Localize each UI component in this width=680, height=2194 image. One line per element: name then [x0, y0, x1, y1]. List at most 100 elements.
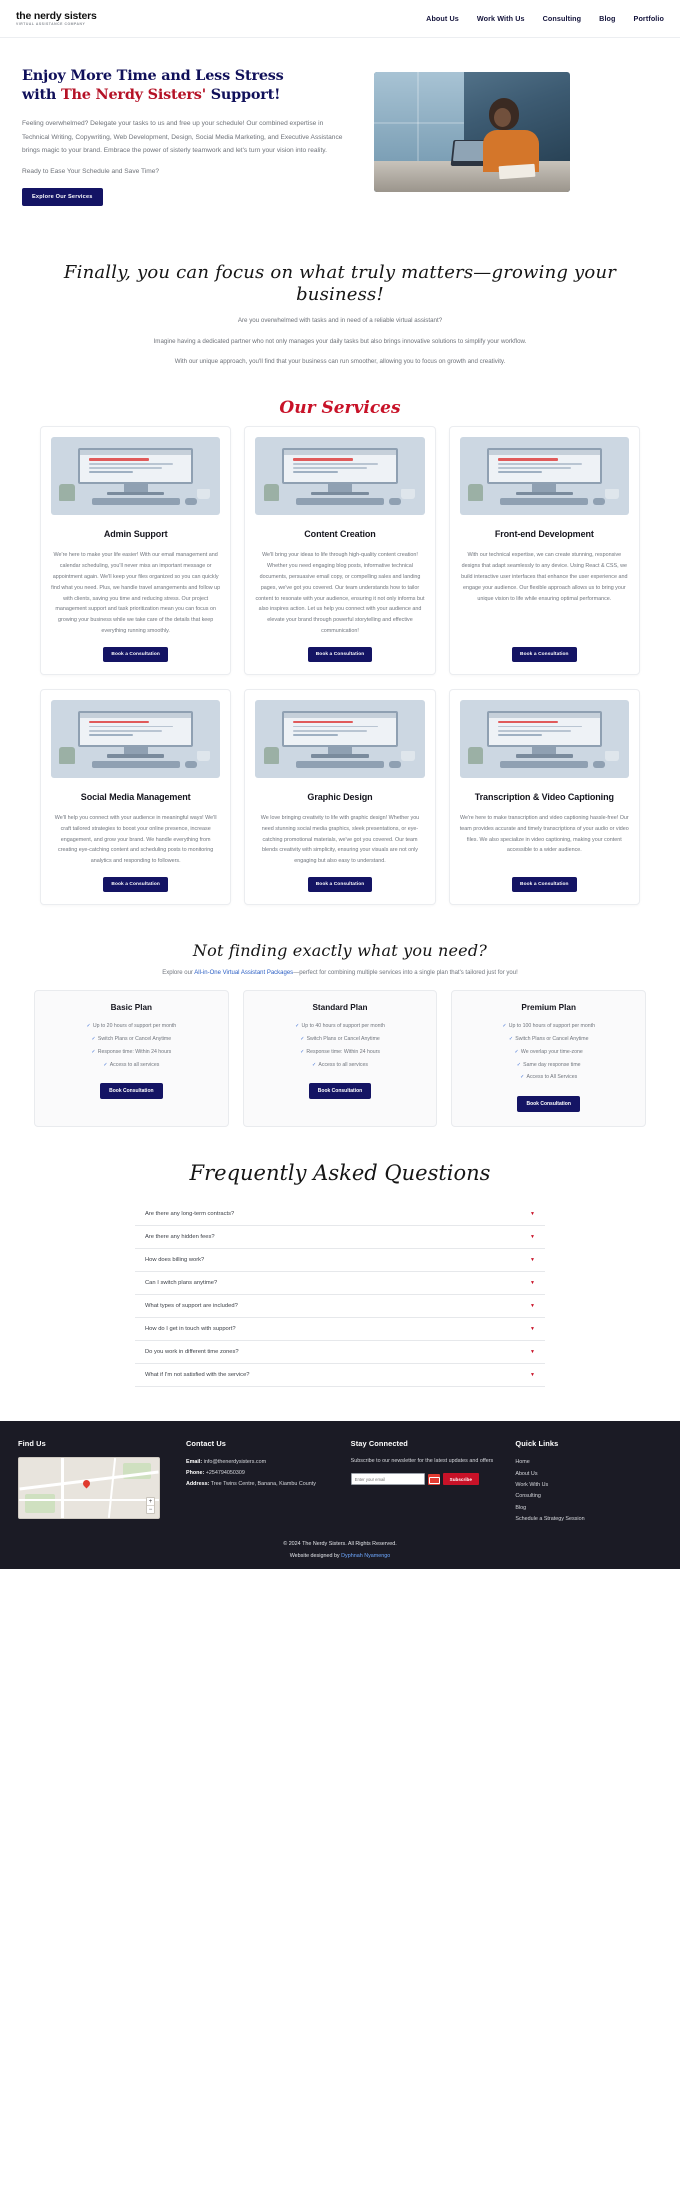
- chevron-down-icon[interactable]: ▼: [530, 1326, 535, 1332]
- faq-item[interactable]: How does billing work? ▼: [135, 1249, 545, 1273]
- book-a-consultation-button[interactable]: Book a Consultation: [307, 877, 373, 893]
- monitor-base: [106, 491, 165, 495]
- monitor-line-1: [293, 458, 354, 461]
- footer-link-blog[interactable]: Blog: [515, 1503, 662, 1514]
- mouse-icon: [184, 498, 197, 506]
- location-map[interactable]: + −: [18, 1457, 160, 1520]
- service-card-title: Transcription & Video Captioning: [474, 791, 614, 802]
- faq-heading: Frequently Asked Questions: [189, 1161, 491, 1186]
- cup-icon: [196, 751, 211, 762]
- chevron-down-icon[interactable]: ▼: [530, 1349, 535, 1355]
- footer-phone-value[interactable]: +254794050309: [206, 1470, 245, 1476]
- nav-link-work-with-us[interactable]: Work With Us: [477, 14, 525, 23]
- nav-link-about-us[interactable]: About Us: [426, 14, 459, 23]
- footer-email-label: Email:: [186, 1459, 203, 1466]
- book-a-consultation-button[interactable]: Book a Consultation: [512, 646, 577, 662]
- monitor-line-2: [88, 462, 174, 465]
- footer-address-label: Address:: [186, 1480, 210, 1487]
- all-in-one-packages-link[interactable]: All-in-One Virtual Assistant Packages: [194, 970, 293, 976]
- book-consultation-button[interactable]: Book Consultation: [100, 1083, 163, 1100]
- faq-item[interactable]: What types of support are included? ▼: [135, 1295, 545, 1319]
- monitor-line-3: [293, 729, 367, 732]
- plan-feature: ✓ Switch Plans or Cancel Anytime: [43, 1036, 220, 1044]
- monitor-stand: [532, 746, 557, 755]
- plan-feature: ✓ Access to all services: [43, 1062, 220, 1070]
- chevron-down-icon[interactable]: ▼: [530, 1211, 535, 1217]
- faq-item[interactable]: Can I switch plans anytime? ▼: [135, 1272, 545, 1296]
- plant-icon: [59, 484, 75, 502]
- cup-icon: [400, 488, 415, 499]
- chevron-down-icon[interactable]: ▼: [530, 1280, 535, 1286]
- nav-link-blog[interactable]: Blog: [599, 14, 615, 23]
- hero-title-line2-suffix: Support!: [210, 86, 281, 104]
- faq-item[interactable]: Are there any hidden fees? ▼: [135, 1226, 545, 1250]
- credit-designer-name[interactable]: Dyphnah Nyamengo: [341, 1553, 390, 1559]
- map-zoom-controls[interactable]: + −: [146, 1497, 155, 1515]
- monitor-line-1: [293, 721, 354, 724]
- footer-bottom-bar: © 2024 The Nerdy Sisters. All Rights Res…: [18, 1541, 662, 1559]
- book-a-consultation-button[interactable]: Book a Consultation: [307, 646, 373, 662]
- faq-item[interactable]: How do I get in touch with support? ▼: [135, 1318, 545, 1342]
- chevron-down-icon[interactable]: ▼: [530, 1372, 535, 1378]
- faq-question: Can I switch plans anytime?: [145, 1280, 218, 1287]
- hero-title-accent: The Nerdy Sisters': [60, 86, 211, 104]
- monitor-stand: [123, 746, 148, 755]
- footer-link-consulting[interactable]: Consulting: [515, 1491, 662, 1502]
- zoom-in-icon[interactable]: +: [147, 1498, 154, 1507]
- site-logo[interactable]: the nerdy sisters VIRTUAL ASSISTANCE COM…: [16, 11, 97, 27]
- keyboard-icon: [295, 760, 384, 768]
- monitor-line-2: [497, 725, 583, 728]
- footer-phone-label: Phone:: [186, 1470, 205, 1477]
- monitor-line-3: [497, 467, 571, 469]
- faq-accordion: Are there any long-term contracts? ▼ Are…: [135, 1203, 545, 1388]
- map-road: [61, 1458, 64, 1519]
- chevron-down-icon[interactable]: ▼: [530, 1257, 535, 1263]
- monitor-base: [515, 754, 574, 758]
- monitor-titlebar: [488, 712, 600, 718]
- not-finding-heading: Not finding exactly what you need?: [192, 941, 488, 961]
- monitor-line-4: [293, 471, 338, 474]
- faq-question: Do you work in different time zones?: [145, 1349, 239, 1356]
- book-a-consultation-button[interactable]: Book a Consultation: [512, 877, 577, 893]
- logo-secondary-text: VIRTUAL ASSISTANCE COMPANY: [16, 22, 86, 27]
- book-a-consultation-button[interactable]: Book a Consultation: [103, 646, 168, 662]
- nav-link-consulting[interactable]: Consulting: [543, 14, 582, 23]
- not-finding-text-before: Explore our: [162, 970, 195, 977]
- chevron-down-icon[interactable]: ▼: [530, 1303, 535, 1309]
- monitor-line-3: [88, 467, 163, 469]
- chevron-down-icon[interactable]: ▼: [530, 1234, 535, 1240]
- subscribe-button[interactable]: Subscribe: [442, 1473, 479, 1486]
- credit-prefix: Website designed by: [289, 1553, 342, 1560]
- service-card-body: We love bringing creativity to life with…: [260, 814, 420, 865]
- book-a-consultation-button[interactable]: Book a Consultation: [103, 877, 168, 893]
- nav-link-portfolio[interactable]: Portfolio: [634, 14, 664, 23]
- hero-title-line1: Enjoy More Time and Less Stress: [22, 67, 284, 84]
- plan-feature: ✓ Up to 20 hours of support per month: [43, 1023, 220, 1031]
- faq-item[interactable]: Are there any long-term contracts? ▼: [135, 1203, 545, 1227]
- book-consultation-button[interactable]: Book Consultation: [517, 1096, 580, 1113]
- footer-link-about-us[interactable]: About Us: [515, 1469, 662, 1480]
- faq-item[interactable]: Do you work in different time zones? ▼: [135, 1341, 545, 1365]
- check-icon: ✓: [295, 1023, 300, 1030]
- book-consultation-button[interactable]: Book Consultation: [308, 1083, 372, 1100]
- keyboard-icon: [91, 498, 180, 506]
- faq-item[interactable]: What if I'm not satisfied with the servi…: [135, 1364, 545, 1388]
- mouse-icon: [593, 760, 606, 768]
- check-icon: ✓: [103, 1061, 108, 1068]
- zoom-out-icon[interactable]: −: [147, 1506, 154, 1513]
- footer-link-work-with-us[interactable]: Work With Us: [515, 1480, 662, 1491]
- footer-link-home[interactable]: Home: [515, 1457, 662, 1468]
- plan-feature-label: Same day response time: [523, 1061, 581, 1068]
- plan-feature: ✓ Same day response time: [460, 1062, 637, 1070]
- monitor-icon: [78, 710, 194, 747]
- plan-feature-label: Response time: Within 24 hours: [97, 1048, 172, 1055]
- footer-stay-connected-title: Stay Connected: [350, 1439, 408, 1449]
- monitor-line-4: [293, 733, 338, 736]
- newsletter-email-input[interactable]: [350, 1473, 425, 1486]
- footer-address-value: Tree Twins Centre, Banana, Kiambu County: [210, 1480, 316, 1487]
- footer-link-schedule-strategy-session[interactable]: Schedule a Strategy Session: [515, 1514, 662, 1525]
- footer-email-value[interactable]: info@thenerdysisters.com: [204, 1459, 266, 1465]
- footer-contact-column: Contact Us Email: info@thenerdysisters.c…: [186, 1439, 333, 1489]
- monitor-line-1: [497, 721, 558, 724]
- explore-our-services-button[interactable]: Explore Our Services: [22, 188, 103, 207]
